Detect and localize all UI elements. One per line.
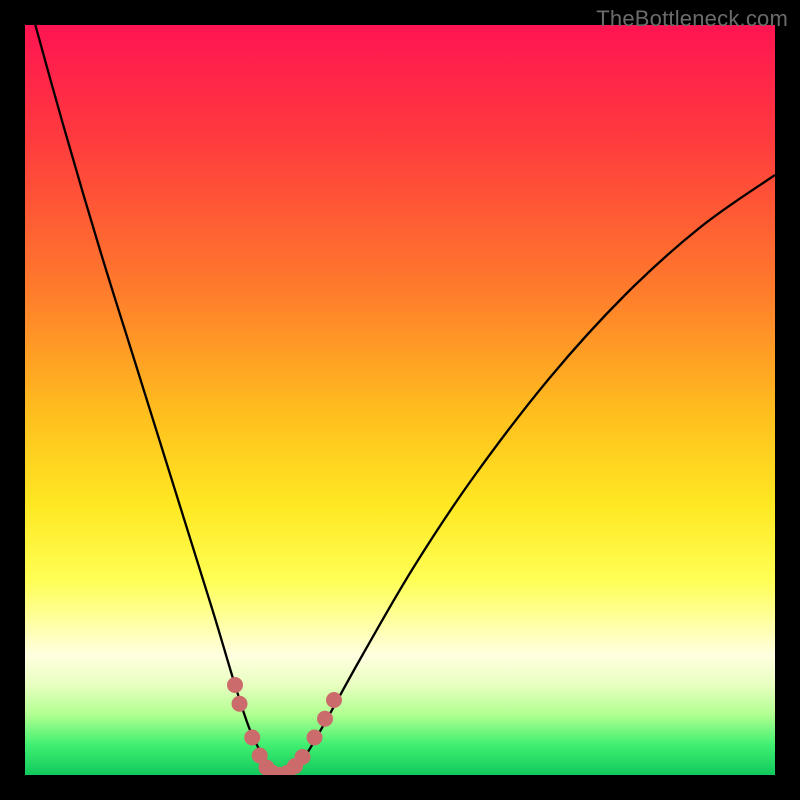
bottleneck-curve xyxy=(25,25,775,775)
highlight-dot xyxy=(295,749,311,765)
chart-area xyxy=(25,25,775,775)
highlight-dot xyxy=(326,692,342,708)
watermark-text: TheBottleneck.com xyxy=(596,6,788,32)
highlight-dot xyxy=(227,677,243,693)
highlight-dot xyxy=(307,730,323,746)
highlight-dot xyxy=(317,711,333,727)
highlight-dot xyxy=(244,730,260,746)
highlight-dot xyxy=(232,696,248,712)
